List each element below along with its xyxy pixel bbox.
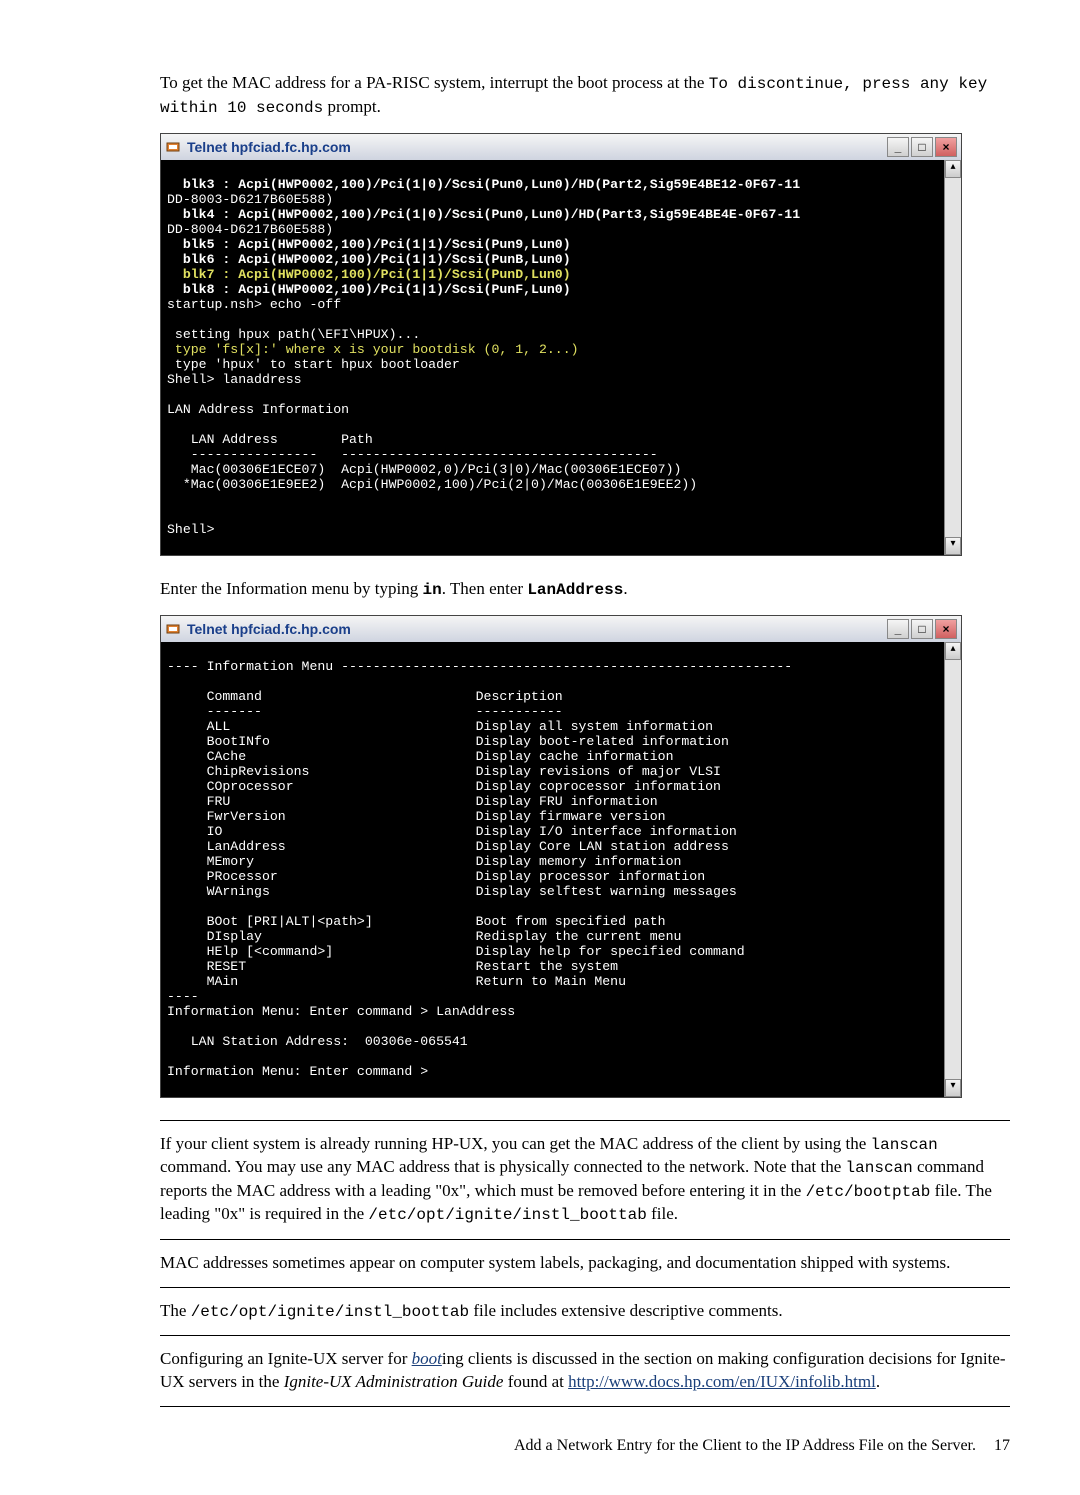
telnet-icon (165, 139, 181, 155)
intro-text-b: prompt. (323, 97, 381, 116)
intro-paragraph: To get the MAC address for a PA-RISC sys… (160, 72, 1010, 119)
mid-code-1: in (423, 581, 442, 599)
close-button[interactable]: × (935, 137, 957, 157)
telnet-icon (165, 621, 181, 637)
scroll-track[interactable] (945, 660, 961, 1078)
divider (160, 1120, 1010, 1121)
scrollbar-1[interactable]: ▴ ▾ (944, 160, 961, 554)
titlebar-2[interactable]: Telnet hpfciad.fc.hp.com _ □ × (161, 616, 961, 642)
mid-paragraph: Enter the Information menu by typing in.… (160, 578, 1010, 602)
close-button[interactable]: × (935, 619, 957, 639)
scroll-up-button[interactable]: ▴ (945, 160, 961, 178)
divider (160, 1406, 1010, 1407)
after-p1: If your client system is already running… (160, 1133, 1010, 1227)
titlebar-1[interactable]: Telnet hpfciad.fc.hp.com _ □ × (161, 134, 961, 160)
scrollbar-2[interactable]: ▴ ▾ (944, 642, 961, 1096)
page-number: 17 (994, 1437, 1010, 1454)
divider (160, 1239, 1010, 1240)
footer-label: Add a Network Entry for the Client to th… (514, 1437, 976, 1454)
minimize-button[interactable]: _ (887, 619, 909, 639)
boot-link[interactable]: boot (412, 1349, 442, 1368)
titlebar-1-text: Telnet hpfciad.fc.hp.com (187, 139, 351, 155)
titlebar-2-text: Telnet hpfciad.fc.hp.com (187, 621, 351, 637)
terminal-output-1: blk3 : Acpi(HWP0002,100)/Pci(1|0)/Scsi(P… (161, 173, 961, 541)
telnet-window-1: Telnet hpfciad.fc.hp.com _ □ × blk3 : Ac… (160, 133, 962, 555)
after-p2: MAC addresses sometimes appear on comput… (160, 1252, 1010, 1275)
telnet-window-2: Telnet hpfciad.fc.hp.com _ □ × ---- Info… (160, 615, 962, 1097)
intro-text-a: To get the MAC address for a PA-RISC sys… (160, 73, 709, 92)
page-footer: Add a Network Entry for the Client to th… (160, 1437, 1010, 1455)
after-p4: Configuring an Ignite-UX server for boot… (160, 1348, 1010, 1394)
divider (160, 1287, 1010, 1288)
terminal-output-2: ---- Information Menu ------------------… (161, 655, 961, 1083)
scroll-down-button[interactable]: ▾ (945, 1079, 961, 1097)
mid-text-b: . Then enter (442, 579, 528, 598)
divider (160, 1335, 1010, 1336)
maximize-button[interactable]: □ (911, 137, 933, 157)
mid-code-2: LanAddress (527, 581, 623, 599)
mid-text-c: . (623, 579, 627, 598)
maximize-button[interactable]: □ (911, 619, 933, 639)
minimize-button[interactable]: _ (887, 137, 909, 157)
mid-text-a: Enter the Information menu by typing (160, 579, 423, 598)
after-p3: The /etc/opt/ignite/instl_boottab file i… (160, 1300, 1010, 1324)
scroll-track[interactable] (945, 178, 961, 536)
scroll-up-button[interactable]: ▴ (945, 642, 961, 660)
scroll-down-button[interactable]: ▾ (945, 537, 961, 555)
docs-link[interactable]: http://www.docs.hp.com/en/IUX/infolib.ht… (568, 1372, 876, 1391)
